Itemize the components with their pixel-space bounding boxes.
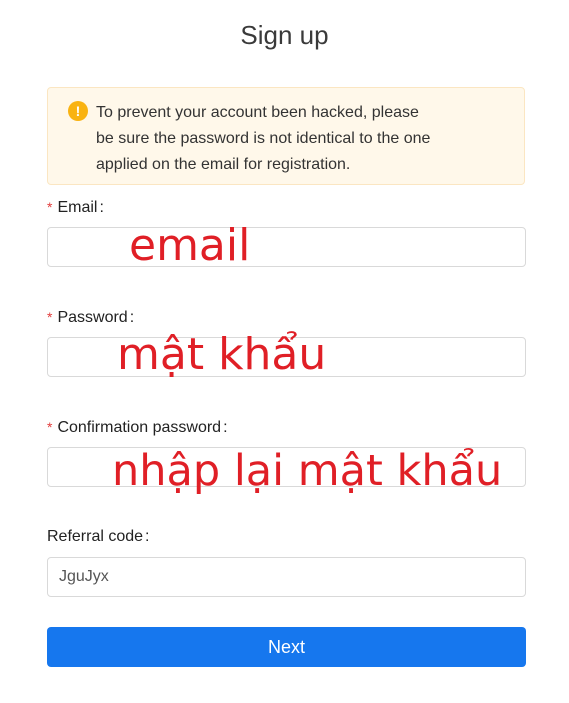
alert-message: To prevent your account been hacked, ple… bbox=[96, 100, 506, 178]
label-colon: : bbox=[99, 199, 104, 216]
referral-code-value: JguJyx bbox=[59, 568, 109, 585]
annotation-email: email bbox=[129, 220, 251, 271]
referral-code-field[interactable]: JguJyx bbox=[47, 557, 526, 597]
label-colon: : bbox=[129, 309, 135, 326]
annotation-password: mật khẩu bbox=[117, 329, 327, 380]
alert-line: be sure the password is not identical to… bbox=[96, 130, 431, 147]
label-colon: : bbox=[145, 528, 150, 545]
label-colon: : bbox=[223, 419, 228, 436]
referral-code-label: Referral code: bbox=[47, 527, 150, 547]
next-button[interactable]: Next bbox=[47, 627, 526, 667]
confirm-password-label: * Confirmation password: bbox=[47, 417, 228, 438]
warning-circle-icon: ! bbox=[68, 101, 88, 121]
required-mark: * bbox=[47, 309, 53, 325]
alert-line: To prevent your account been hacked, ple… bbox=[96, 104, 419, 121]
email-field[interactable] bbox=[47, 227, 526, 267]
email-label: * Email: bbox=[47, 197, 104, 218]
referral-code-label-text: Referral code bbox=[47, 528, 144, 545]
password-label: * Password: bbox=[47, 307, 134, 328]
confirm-password-label-text: Confirmation password bbox=[57, 419, 222, 436]
alert-line: applied on the email for registration. bbox=[96, 156, 351, 173]
required-mark: * bbox=[47, 419, 53, 435]
required-mark: * bbox=[47, 199, 53, 215]
email-label-text: Email bbox=[57, 199, 98, 216]
password-label-text: Password bbox=[57, 309, 128, 326]
annotation-confirm-password: nhập lại mật khẩu bbox=[112, 446, 503, 496]
password-warning-alert: ! To prevent your account been hacked, p… bbox=[47, 87, 525, 185]
page-title: Sign up bbox=[240, 20, 329, 50]
